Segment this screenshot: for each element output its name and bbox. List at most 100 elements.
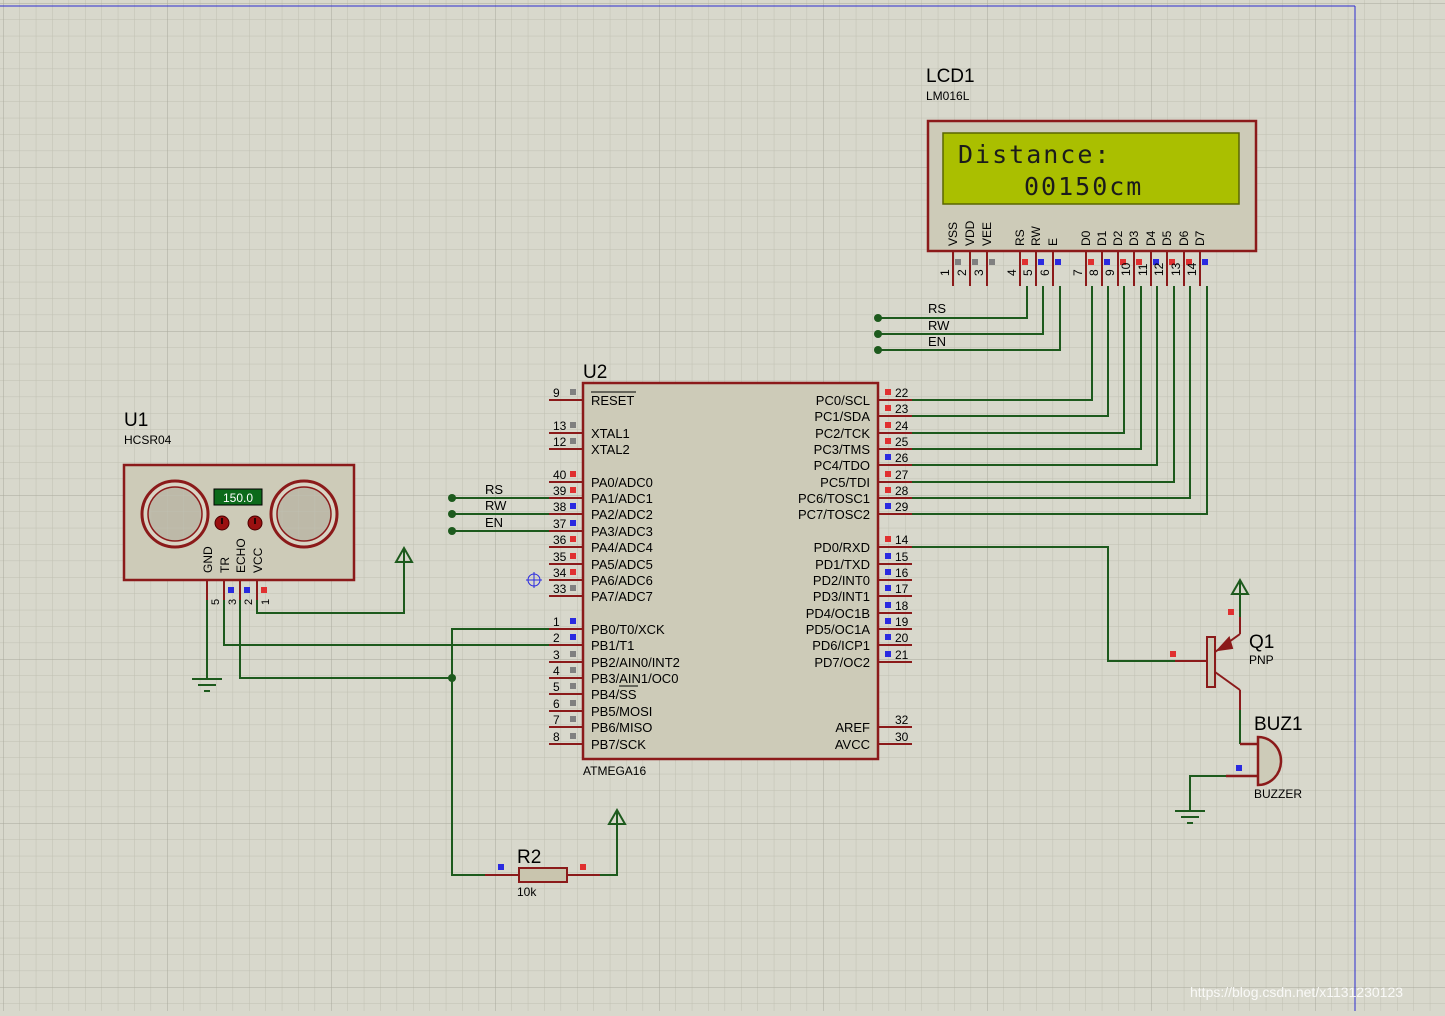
mcu-left-pin-number: 3 <box>553 648 560 662</box>
mcu-right-pin-name: PD0/RXD <box>814 540 870 555</box>
mcu-left-pin-number: 33 <box>553 582 567 596</box>
mcu-right-pin-name: AREF <box>835 720 870 735</box>
pin-state-indicator <box>570 422 576 428</box>
mcu-right-pin-name: PC1/SDA <box>814 409 870 424</box>
lcd-part: LM016L <box>926 89 970 103</box>
mcu-left-pin-name: PB1/T1 <box>591 638 634 653</box>
mcu-ref: U2 <box>583 362 607 383</box>
adjust-knob-icon[interactable] <box>247 515 263 531</box>
junction-dot <box>874 330 882 338</box>
junction-dot <box>448 527 456 535</box>
mcu-right-pin-name: PC4/TDO <box>814 458 870 473</box>
sensor-pin-name: TR <box>218 557 232 573</box>
lcd-pin-name: D3 <box>1127 230 1141 246</box>
pin-state-indicator <box>955 259 961 265</box>
mcu-left-pin-number: 34 <box>553 566 567 580</box>
pin-state-indicator <box>885 536 891 542</box>
mcu-right-pin-number: 28 <box>895 484 909 498</box>
net-label-en: EN <box>485 515 503 530</box>
mcu-right-pin-number: 25 <box>895 435 909 449</box>
schematic-canvas[interactable]: LCD1 LM016L Distance: 00150cm VSS 1 VDD 2 VEE 3 RS… <box>0 0 1445 1011</box>
mcu-left-pin-number: 39 <box>553 484 567 498</box>
pin-state-indicator <box>570 683 576 689</box>
mcu-right-pin-number: 23 <box>895 402 909 416</box>
buzzer-ref: BUZ1 <box>1254 714 1303 735</box>
mcu-left-pin-number: 13 <box>553 419 567 433</box>
mcu-left-pin-name: XTAL2 <box>591 442 630 457</box>
lcd-pin-number: 2 <box>955 269 969 276</box>
pin-state-indicator <box>885 471 891 477</box>
pin-state-indicator <box>570 585 576 591</box>
lcd-pin-number: 9 <box>1103 269 1117 276</box>
pin-state-indicator <box>1022 259 1028 265</box>
pin-state-indicator <box>885 389 891 395</box>
sensor-pin-number: 5 <box>210 599 222 605</box>
sensor-pin-name: ECHO <box>234 538 248 573</box>
mcu-left-pin-number: 36 <box>553 533 567 547</box>
pin-state-indicator <box>885 569 891 575</box>
pin-state-indicator <box>885 634 891 640</box>
adjust-knob-icon[interactable] <box>214 515 230 531</box>
mcu-left-pin-number: 35 <box>553 550 567 564</box>
pin-state-indicator <box>989 259 995 265</box>
pin-state-indicator <box>1088 259 1094 265</box>
pin-state-indicator <box>885 454 891 460</box>
pin-state-indicator <box>570 553 576 559</box>
mcu-left-pin-number: 8 <box>553 730 560 744</box>
lcd-pin-name: D5 <box>1160 230 1174 246</box>
pin-state-indicator <box>1228 609 1234 615</box>
pin-state-indicator <box>228 587 234 593</box>
sensor-pin-number: 2 <box>243 599 255 605</box>
mcu-right-pin-name: PC6/TOSC1 <box>798 491 870 506</box>
pin-state-indicator <box>570 438 576 444</box>
pin-state-indicator <box>885 651 891 657</box>
resistor-ref: R2 <box>517 847 541 868</box>
lcd-line-1: Distance: <box>958 140 1111 169</box>
lcd-pin-number: 12 <box>1152 262 1166 276</box>
lcd-pin-name: D2 <box>1111 230 1125 246</box>
mcu-right-pin-name: PD1/TXD <box>815 557 870 572</box>
distance-readout: 150.0 <box>223 491 253 505</box>
lcd-pin-name: RS <box>1013 229 1027 246</box>
pin-state-indicator <box>570 667 576 673</box>
net-label-rw: RW <box>928 318 950 333</box>
mcu-left-pin-name: PA6/ADC6 <box>591 573 653 588</box>
mcu-right-pin-number: 16 <box>895 566 909 580</box>
lcd-pin-number: 3 <box>972 269 986 276</box>
buzzer-part: BUZZER <box>1254 787 1302 801</box>
pin-state-indicator <box>570 569 576 575</box>
mcu-right-pin-name: PD5/OC1A <box>806 622 871 637</box>
pin-state-indicator <box>570 487 576 493</box>
lcd-pin-number: 8 <box>1087 269 1101 276</box>
transistor-part: PNP <box>1249 653 1274 667</box>
lcd-pin-name: VEE <box>980 222 994 246</box>
lcd-ref: LCD1 <box>926 66 975 87</box>
mcu-left-pin-number: 1 <box>553 615 560 629</box>
mcu-left-pin-name: RESET <box>591 393 634 408</box>
mcu-left-pin-number: 38 <box>553 500 567 514</box>
mcu-left-pin-name: PB0/T0/XCK <box>591 622 665 637</box>
junction-dot <box>874 346 882 354</box>
lcd-pin-number: 14 <box>1185 262 1199 276</box>
junction-dot <box>448 494 456 502</box>
pin-state-indicator <box>570 634 576 640</box>
watermark: https://blog.csdn.net/x1131230123 <box>1190 984 1403 1000</box>
pin-state-indicator <box>1038 259 1044 265</box>
mcu-right-pin-number: 27 <box>895 468 909 482</box>
mcu-right-pin-name: PD6/ICP1 <box>812 638 870 653</box>
mcu-right-pin-number: 29 <box>895 500 909 514</box>
pin-state-indicator <box>885 405 891 411</box>
pin-state-indicator <box>885 422 891 428</box>
mcu-left-pin-name: PB6/MISO <box>591 720 652 735</box>
pin-state-indicator <box>885 503 891 509</box>
mcu-right-pin-number: 14 <box>895 533 909 547</box>
net-label-rs: RS <box>928 301 946 316</box>
mcu-right-pin-number: 22 <box>895 386 909 400</box>
pin-state-indicator <box>885 602 891 608</box>
junction-dot <box>874 314 882 322</box>
mcu-left-pin-name: PA7/ADC7 <box>591 589 653 604</box>
lcd-pin-number: 4 <box>1005 269 1019 276</box>
lcd-pin-number: 1 <box>938 269 952 276</box>
mcu-right-pin-number: 21 <box>895 648 909 662</box>
net-label-en: EN <box>928 334 946 349</box>
